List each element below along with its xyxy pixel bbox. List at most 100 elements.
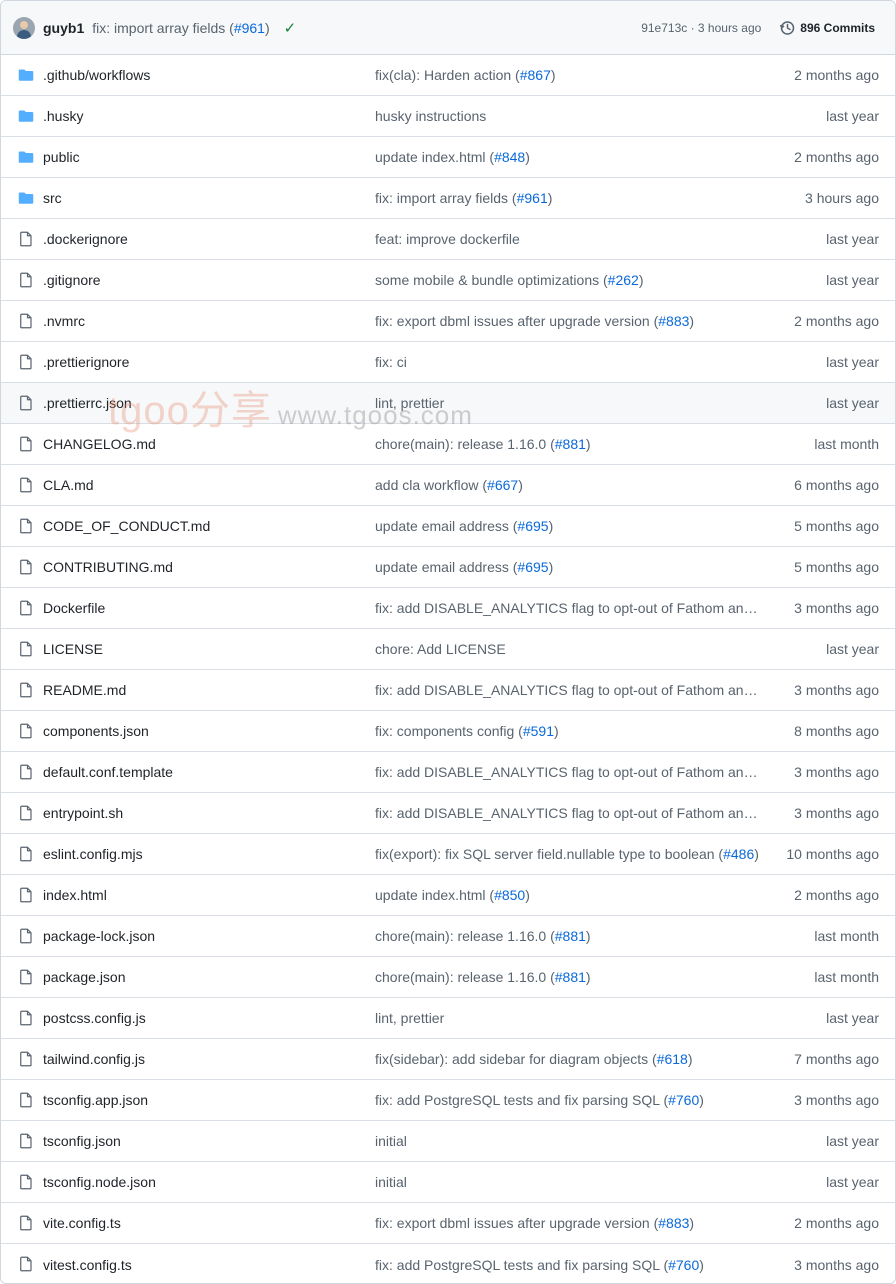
pr-link[interactable]: #881 bbox=[555, 436, 586, 452]
file-name-link[interactable]: eslint.config.mjs bbox=[43, 846, 143, 862]
table-row[interactable]: postcss.config.js lint, prettier last year bbox=[1, 998, 895, 1039]
table-row[interactable]: package-lock.json chore(main): release 1.… bbox=[1, 916, 895, 957]
avatar[interactable] bbox=[13, 16, 35, 39]
table-row[interactable]: .github/workflows fix(cla): Harden action… bbox=[1, 55, 895, 96]
file-name-link[interactable]: package-lock.json bbox=[43, 928, 155, 944]
commit-message-link[interactable]: chore(main): release 1.16.0 (#881) bbox=[375, 436, 765, 452]
file-name-link[interactable]: CLA.md bbox=[43, 477, 94, 493]
commit-message-link[interactable]: fix(sidebar): add sidebar for diagram ob… bbox=[375, 1051, 765, 1067]
commit-sha-time[interactable]: 91e713c · 3 hours ago bbox=[641, 21, 761, 35]
table-row[interactable]: .prettierrc.json lint, prettier last year bbox=[1, 383, 895, 424]
table-row[interactable]: Dockerfile fix: add DISABLE_ANALYTICS fla… bbox=[1, 588, 895, 629]
file-name-link[interactable]: .nvmrc bbox=[43, 313, 85, 329]
pr-link[interactable]: #760 bbox=[668, 1257, 699, 1273]
commit-message-link[interactable]: update email address (#695) bbox=[375, 518, 765, 534]
commit-message-link[interactable]: fix: add DISABLE_ANALYTICS flag to opt-o… bbox=[375, 682, 765, 698]
table-row[interactable]: .prettierignore fix: ci last year bbox=[1, 342, 895, 383]
table-row[interactable]: components.json fix: components config (#… bbox=[1, 711, 895, 752]
file-name-link[interactable]: .husky bbox=[43, 108, 83, 124]
file-name-link[interactable]: default.conf.template bbox=[43, 764, 173, 780]
commit-message-link[interactable]: fix: components config (#591) bbox=[375, 723, 765, 739]
pr-link[interactable]: #760 bbox=[668, 1092, 699, 1108]
file-name-link[interactable]: CHANGELOG.md bbox=[43, 436, 156, 452]
commit-message-link[interactable]: fix: export dbml issues after upgrade ve… bbox=[375, 313, 765, 329]
file-name-link[interactable]: public bbox=[43, 149, 80, 165]
table-row[interactable]: CLA.md add cla workflow (#667) 6 months ag… bbox=[1, 465, 895, 506]
table-row[interactable]: .husky husky instructions last year bbox=[1, 96, 895, 137]
table-row[interactable]: src fix: import array fields (#961) 3 hour… bbox=[1, 178, 895, 219]
commits-history-link[interactable]: 896 Commits bbox=[779, 20, 875, 36]
file-name-link[interactable]: LICENSE bbox=[43, 641, 103, 657]
table-row[interactable]: tsconfig.app.json fix: add PostgreSQL tes… bbox=[1, 1080, 895, 1121]
latest-commit-message[interactable]: fix: import array fields (#961) bbox=[92, 20, 269, 36]
pr-link[interactable]: #695 bbox=[517, 559, 548, 575]
pr-link[interactable]: #881 bbox=[555, 969, 586, 985]
pr-link[interactable]: #591 bbox=[523, 723, 554, 739]
table-row[interactable]: tsconfig.node.json initial last year bbox=[1, 1162, 895, 1203]
file-name-link[interactable]: Dockerfile bbox=[43, 600, 105, 616]
commit-message-link[interactable]: some mobile & bundle optimizations (#262… bbox=[375, 272, 765, 288]
pr-link[interactable]: #667 bbox=[487, 477, 518, 493]
commit-message-link[interactable]: lint, prettier bbox=[375, 1010, 765, 1026]
pr-link[interactable]: #850 bbox=[494, 887, 525, 903]
file-name-link[interactable]: vitest.config.ts bbox=[43, 1257, 132, 1273]
pr-link[interactable]: #695 bbox=[517, 518, 548, 534]
pr-link[interactable]: #867 bbox=[520, 67, 551, 83]
commit-message-link[interactable]: chore(main): release 1.16.0 (#881) bbox=[375, 969, 765, 985]
check-icon[interactable]: ✓ bbox=[284, 19, 297, 37]
pr-link[interactable]: #486 bbox=[723, 846, 754, 862]
commit-message-link[interactable]: initial bbox=[375, 1174, 765, 1190]
file-name-link[interactable]: .prettierrc.json bbox=[43, 395, 132, 411]
file-name-link[interactable]: tsconfig.node.json bbox=[43, 1174, 156, 1190]
commit-message-link[interactable]: add cla workflow (#667) bbox=[375, 477, 765, 493]
pr-link[interactable]: #961 bbox=[517, 190, 548, 206]
file-name-link[interactable]: postcss.config.js bbox=[43, 1010, 146, 1026]
table-row[interactable]: CODE_OF_CONDUCT.md update email address (… bbox=[1, 506, 895, 547]
commit-message-link[interactable]: fix: add DISABLE_ANALYTICS flag to opt-o… bbox=[375, 764, 765, 780]
table-row[interactable]: .dockerignore feat: improve dockerfile las… bbox=[1, 219, 895, 260]
commit-message-link[interactable]: husky instructions bbox=[375, 108, 765, 124]
commit-author[interactable]: guyb1 bbox=[43, 20, 84, 36]
pr-link[interactable]: #848 bbox=[494, 149, 525, 165]
table-row[interactable]: eslint.config.mjs fix(export): fix SQL se… bbox=[1, 834, 895, 875]
file-name-link[interactable]: .prettierignore bbox=[43, 354, 129, 370]
file-name-link[interactable]: CODE_OF_CONDUCT.md bbox=[43, 518, 210, 534]
commit-message-link[interactable]: update email address (#695) bbox=[375, 559, 765, 575]
file-name-link[interactable]: tsconfig.json bbox=[43, 1133, 121, 1149]
table-row[interactable]: tsconfig.json initial last year bbox=[1, 1121, 895, 1162]
commit-message-link[interactable]: fix: import array fields (#961) bbox=[375, 190, 765, 206]
commit-message-link[interactable]: update index.html (#848) bbox=[375, 149, 765, 165]
commit-message-link[interactable]: chore(main): release 1.16.0 (#881) bbox=[375, 928, 765, 944]
file-name-link[interactable]: .dockerignore bbox=[43, 231, 128, 247]
table-row[interactable]: package.json chore(main): release 1.16.0 … bbox=[1, 957, 895, 998]
pr-link[interactable]: #262 bbox=[608, 272, 639, 288]
table-row[interactable]: README.md fix: add DISABLE_ANALYTICS flag… bbox=[1, 670, 895, 711]
table-row[interactable]: index.html update index.html (#850) 2 mont… bbox=[1, 875, 895, 916]
file-name-link[interactable]: tailwind.config.js bbox=[43, 1051, 145, 1067]
table-row[interactable]: LICENSE chore: Add LICENSE last year bbox=[1, 629, 895, 670]
commit-message-link[interactable]: chore: Add LICENSE bbox=[375, 641, 765, 657]
table-row[interactable]: public update index.html (#848) 2 months a… bbox=[1, 137, 895, 178]
pr-link[interactable]: #618 bbox=[657, 1051, 688, 1067]
table-row[interactable]: CHANGELOG.md chore(main): release 1.16.0 … bbox=[1, 424, 895, 465]
commit-message-link[interactable]: update index.html (#850) bbox=[375, 887, 765, 903]
commit-message-link[interactable]: initial bbox=[375, 1133, 765, 1149]
commit-message-link[interactable]: fix(cla): Harden action (#867) bbox=[375, 67, 765, 83]
file-name-link[interactable]: index.html bbox=[43, 887, 107, 903]
commit-message-link[interactable]: fix: ci bbox=[375, 354, 765, 370]
file-name-link[interactable]: vite.config.ts bbox=[43, 1215, 121, 1231]
file-name-link[interactable]: src bbox=[43, 190, 62, 206]
commit-message-link[interactable]: fix: add PostgreSQL tests and fix parsin… bbox=[375, 1257, 765, 1273]
file-name-link[interactable]: entrypoint.sh bbox=[43, 805, 123, 821]
file-name-link[interactable]: tsconfig.app.json bbox=[43, 1092, 148, 1108]
file-name-link[interactable]: package.json bbox=[43, 969, 126, 985]
commit-pr-link[interactable]: #961 bbox=[234, 20, 265, 36]
file-name-link[interactable]: .gitignore bbox=[43, 272, 101, 288]
commit-message-link[interactable]: fix: add DISABLE_ANALYTICS flag to opt-o… bbox=[375, 600, 765, 616]
commit-message-link[interactable]: fix: export dbml issues after upgrade ve… bbox=[375, 1215, 765, 1231]
pr-link[interactable]: #883 bbox=[658, 313, 689, 329]
file-name-link[interactable]: .github/workflows bbox=[43, 67, 150, 83]
file-name-link[interactable]: components.json bbox=[43, 723, 149, 739]
file-name-link[interactable]: README.md bbox=[43, 682, 126, 698]
table-row[interactable]: vitest.config.ts fix: add PostgreSQL test… bbox=[1, 1244, 895, 1283]
